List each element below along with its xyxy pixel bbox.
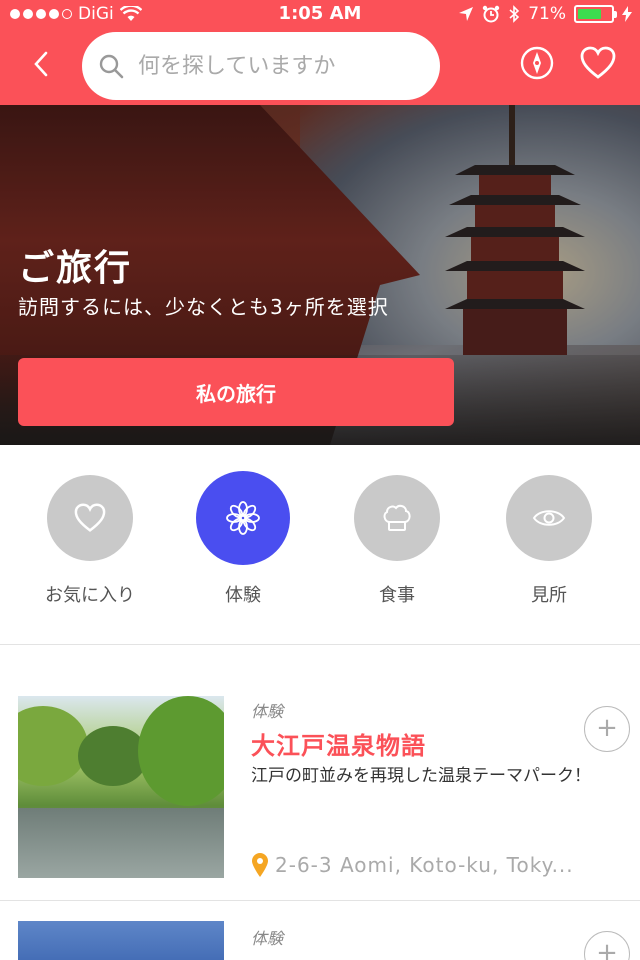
item-description: 江戸の町並みを再現した温泉テーマパーク！ [251,766,591,786]
list-item[interactable]: 体験 大江戸温泉物語 江戸の町並みを再現した温泉テーマパーク！ 2-6-3 Ao… [0,646,640,901]
status-bar: DiGi 1:05 AM 71% [0,0,640,28]
spot-list: 体験 大江戸温泉物語 江戸の町並みを再現した温泉テーマパーク！ 2-6-3 Ao… [0,646,640,960]
list-item[interactable]: 体験 + [0,901,640,960]
category-sights-circle [506,475,592,561]
category-favorites[interactable]: お気に入り [20,475,160,607]
category-experience-circle [196,471,290,565]
category-experience[interactable]: 体験 [173,471,313,607]
hero-subtitle: 訪問するには、少なくとも3ヶ所を選択 [18,295,389,319]
category-dining[interactable]: 食事 [327,475,467,607]
heart-icon [580,46,616,79]
hero-banner: ご旅行 訪問するには、少なくとも3ヶ所を選択 私の旅行 [0,105,640,445]
category-sights[interactable]: 見所 [479,475,619,607]
item-location: 2-6-3 Aomi, Koto-ku, Toky... [251,852,574,878]
chef-hat-icon [383,504,411,531]
category-label: 食事 [379,585,415,606]
category-label: お気に入り [45,585,135,606]
search-icon [99,54,124,79]
item-title: 大江戸温泉物語 [251,732,426,760]
category-label: 見所 [531,585,567,606]
battery-percent: 71% [528,4,566,24]
eye-icon [532,510,566,526]
compass-icon [520,46,554,80]
category-favorites-circle [47,475,133,561]
item-category: 体験 [251,702,284,721]
item-category: 体験 [251,929,284,948]
hero-title: ご旅行 [18,248,133,289]
battery-icon [574,5,617,23]
category-filter-bar: お気に入り 体験 食事 見所 [0,445,640,645]
chevron-left-icon [34,51,48,77]
map-pin-icon [252,853,268,877]
spot-thumbnail-image [18,921,224,960]
alarm-icon [483,5,500,23]
status-right: 71% [458,4,632,24]
charging-bolt-icon [622,6,632,22]
back-button[interactable] [26,46,56,82]
category-dining-circle [354,475,440,561]
spot-thumbnail-image [18,696,224,878]
add-to-trip-button[interactable]: + [584,706,630,752]
item-location-text: 2-6-3 Aomi, Koto-ku, Toky... [275,853,574,877]
search-box[interactable] [82,32,440,100]
bluetooth-icon [509,5,520,23]
compass-button[interactable] [520,46,554,80]
favorites-button[interactable] [580,46,616,80]
add-to-trip-button[interactable]: + [584,931,630,960]
app-header: DiGi 1:05 AM 71% [0,0,640,105]
my-trip-button[interactable]: 私の旅行 [18,358,454,426]
search-input[interactable] [138,53,418,79]
location-arrow-icon [459,7,474,21]
flower-icon [226,501,260,535]
category-label: 体験 [225,585,261,606]
heart-icon [74,503,106,532]
